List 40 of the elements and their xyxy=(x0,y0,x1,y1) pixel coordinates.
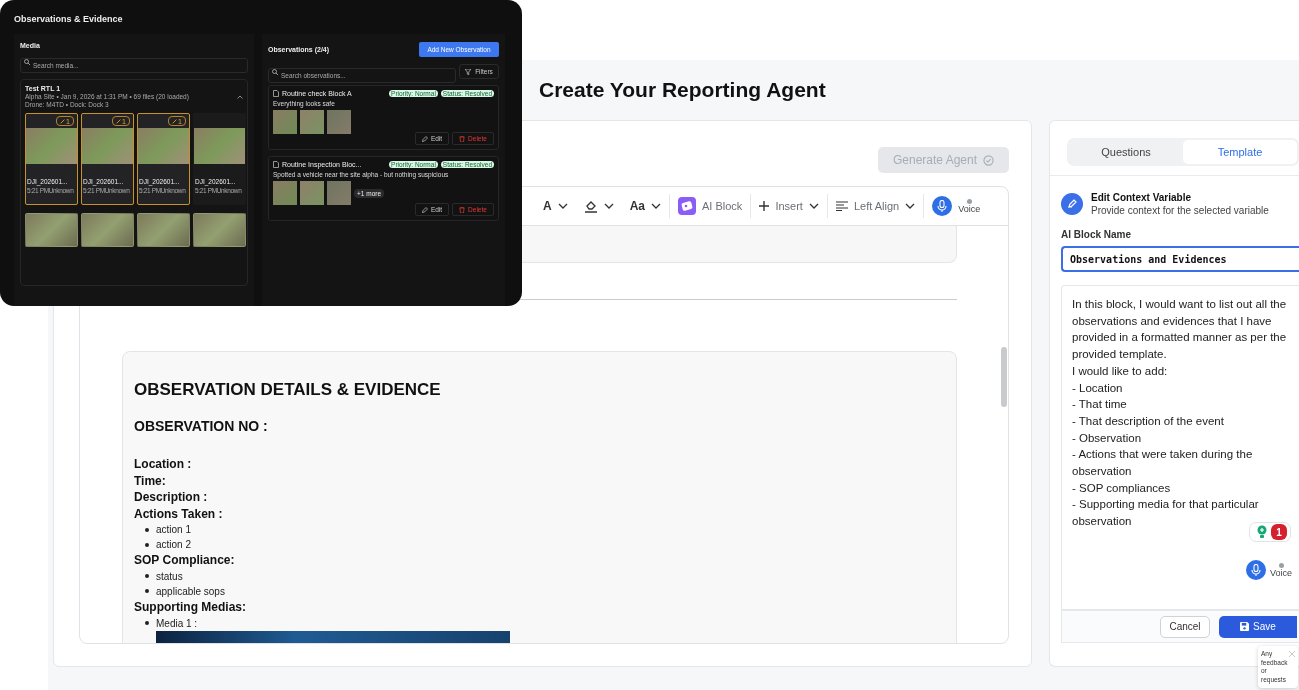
field-label: AI Block Name xyxy=(1061,229,1133,240)
prompt-text: - Observation xyxy=(1072,430,1143,446)
list-item: action 2 xyxy=(156,538,192,553)
field-label: Description : xyxy=(134,489,209,506)
page-title: Create Your Reporting Agent xyxy=(539,78,826,102)
context-title: Edit Context Variable xyxy=(1091,192,1193,203)
align-button[interactable]: Left Align xyxy=(853,200,900,212)
notification-count: 1 xyxy=(1271,524,1287,540)
context-subtitle: Provide context for the selected variable xyxy=(1091,205,1269,216)
document-subheading: OBSERVATION NO : xyxy=(134,418,269,434)
prompt-text: In this block, I would want to list out all the observations and evidences that I have provided in a formatted manner as per the provided template. xyxy=(1072,297,1288,363)
prompt-text: - Location xyxy=(1072,380,1124,396)
block-name-field[interactable]: Observations and Evidences xyxy=(1061,246,1299,272)
field-label: Location : xyxy=(134,456,193,473)
field-label: SOP Compliance: xyxy=(134,552,236,569)
ai-block-button[interactable]: AI Block xyxy=(702,200,743,212)
font-color-button[interactable]: A xyxy=(543,199,552,213)
list-item: Media 1 : xyxy=(156,616,198,631)
field-label: Actions Taken : xyxy=(134,505,224,523)
prompt-text: I would like to add: xyxy=(1072,363,1169,379)
cancel-button[interactable]: Cancel xyxy=(1160,615,1210,638)
insert-button[interactable]: Insert xyxy=(775,200,803,212)
prompt-text: - Actions that were taken during the observation xyxy=(1072,447,1254,480)
tab[interactable]: Template xyxy=(1183,140,1297,164)
voice-label: Voice xyxy=(1270,567,1293,578)
prompt-text: - That description of the event xyxy=(1072,413,1225,429)
field-label: Supporting Medias: xyxy=(134,598,247,616)
font-size-button[interactable]: Aa xyxy=(629,199,645,213)
prompt-text: - That time xyxy=(1072,397,1128,413)
tab[interactable]: Questions xyxy=(1069,140,1183,164)
list-item: status xyxy=(156,569,183,584)
document-heading: OBSERVATION DETAILS & EVIDENCE xyxy=(134,380,442,400)
prompt-text: - SOP compliances xyxy=(1072,480,1172,496)
save-button[interactable]: Save xyxy=(1219,615,1297,638)
voice-label: Voice xyxy=(958,203,981,214)
list-item: applicable sops xyxy=(156,584,225,599)
assistant-badge[interactable]: 1 xyxy=(1249,522,1291,542)
list-item: action 1 xyxy=(156,523,192,538)
field-label: Time: xyxy=(134,472,167,490)
dialog-title: Observations & Evidence xyxy=(14,14,124,24)
